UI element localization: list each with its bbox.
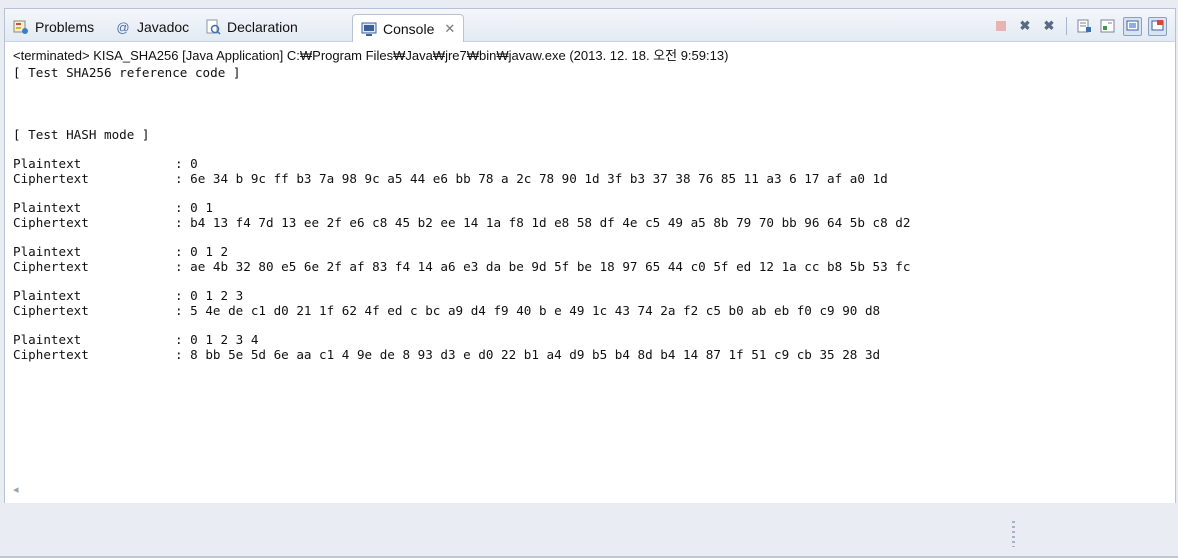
output-entry: Plaintext : 0 1 2 3 Ciphertext : 5 4e de c… [13,288,1167,318]
console-header: [ Test HASH mode ] [13,127,150,142]
view-tab-bar: Problems @ Javadoc Declaration Console ✕… [5,9,1175,42]
ciphertext-label: Ciphertext [13,303,89,318]
status-bar [0,503,1178,558]
ciphertext-value: : ae 4b 32 80 e5 6e 2f af 83 f4 14 a6 e3… [175,259,911,274]
output-entry: Plaintext : 0 1 2 3 4 Ciphertext : 8 bb 5e… [13,332,1167,362]
scroll-left-icon[interactable]: ◂ [13,484,19,496]
plaintext-label: Plaintext [13,332,82,347]
plaintext-label: Plaintext [13,200,82,215]
horizontal-scrollbar[interactable]: ◂ [13,483,1167,497]
plaintext-value: : 0 [175,156,198,171]
show-on-output-icon[interactable] [1123,16,1142,36]
launch-status: <terminated> KISA_SHA256 [Java Applicati… [13,48,729,63]
ciphertext-label: Ciphertext [13,347,89,362]
ciphertext-value: : 6e 34 b 9c ff b3 7a 98 9c a5 44 e6 bb … [175,171,888,186]
ciphertext-label: Ciphertext [13,259,89,274]
plaintext-label: Plaintext [13,156,82,171]
ciphertext-label: Ciphertext [13,171,89,186]
ciphertext-value: : 5 4e de c1 d0 21 1f 62 4f ed c bc a9 d… [175,303,881,318]
tab-console[interactable]: Console ✕ [352,14,465,42]
remove-all-terminated-icon[interactable]: ✖ [1040,17,1058,35]
console-icon [361,21,377,37]
output-entry: Plaintext : 0 1 2 Ciphertext : ae 4b 32 80… [13,244,1167,274]
pin-console-icon[interactable] [1148,16,1167,36]
declaration-icon [205,19,221,35]
remove-launch-icon[interactable]: ✖ [1016,17,1034,35]
ciphertext-value: : b4 13 f4 7d 13 ee 2f e6 c8 45 b2 ee 14… [175,215,911,230]
console-view: Problems @ Javadoc Declaration Console ✕… [4,8,1176,504]
console-output[interactable]: [ Test SHA256 reference code ] [ Test HA… [13,65,1167,362]
output-entry: Plaintext : 0 Ciphertext : 6e 34 b 9c ff b… [13,156,1167,186]
output-entry: Plaintext : 0 1 Ciphertext : b4 13 f4 7d 1… [13,200,1167,230]
tab-label: Problems [35,19,95,35]
plaintext-value: : 0 1 [175,200,213,215]
tab-problems[interactable]: Problems [13,15,94,39]
scroll-lock-icon[interactable] [1075,17,1093,35]
close-icon[interactable]: ✕ [444,21,455,37]
ciphertext-label: Ciphertext [13,215,89,230]
resize-grip[interactable] [1012,521,1015,547]
ciphertext-value: : 8 bb 5e 5d 6e aa c1 4 9e de 8 93 d3 e … [175,347,881,362]
toolbar-separator [1066,17,1067,35]
problems-icon [13,19,29,35]
console-header: [ Test SHA256 reference code ] [13,65,241,80]
tab-declaration[interactable]: Declaration [205,15,298,39]
console-toolbar: ✖ ✖ [992,15,1167,37]
plaintext-label: Plaintext [13,244,82,259]
plaintext-value: : 0 1 2 [175,244,229,259]
plaintext-value: : 0 1 2 3 [175,288,244,303]
plaintext-value: : 0 1 2 3 4 [175,332,259,347]
tab-label: Javadoc [137,19,190,35]
tab-label: Console [383,20,435,37]
terminate-icon[interactable] [992,17,1010,35]
tab-label: Declaration [227,19,298,35]
tab-javadoc[interactable]: @ Javadoc [115,15,189,39]
word-wrap-icon[interactable] [1099,17,1117,35]
at-sign-icon: @ [116,19,130,35]
plaintext-label: Plaintext [13,288,82,303]
